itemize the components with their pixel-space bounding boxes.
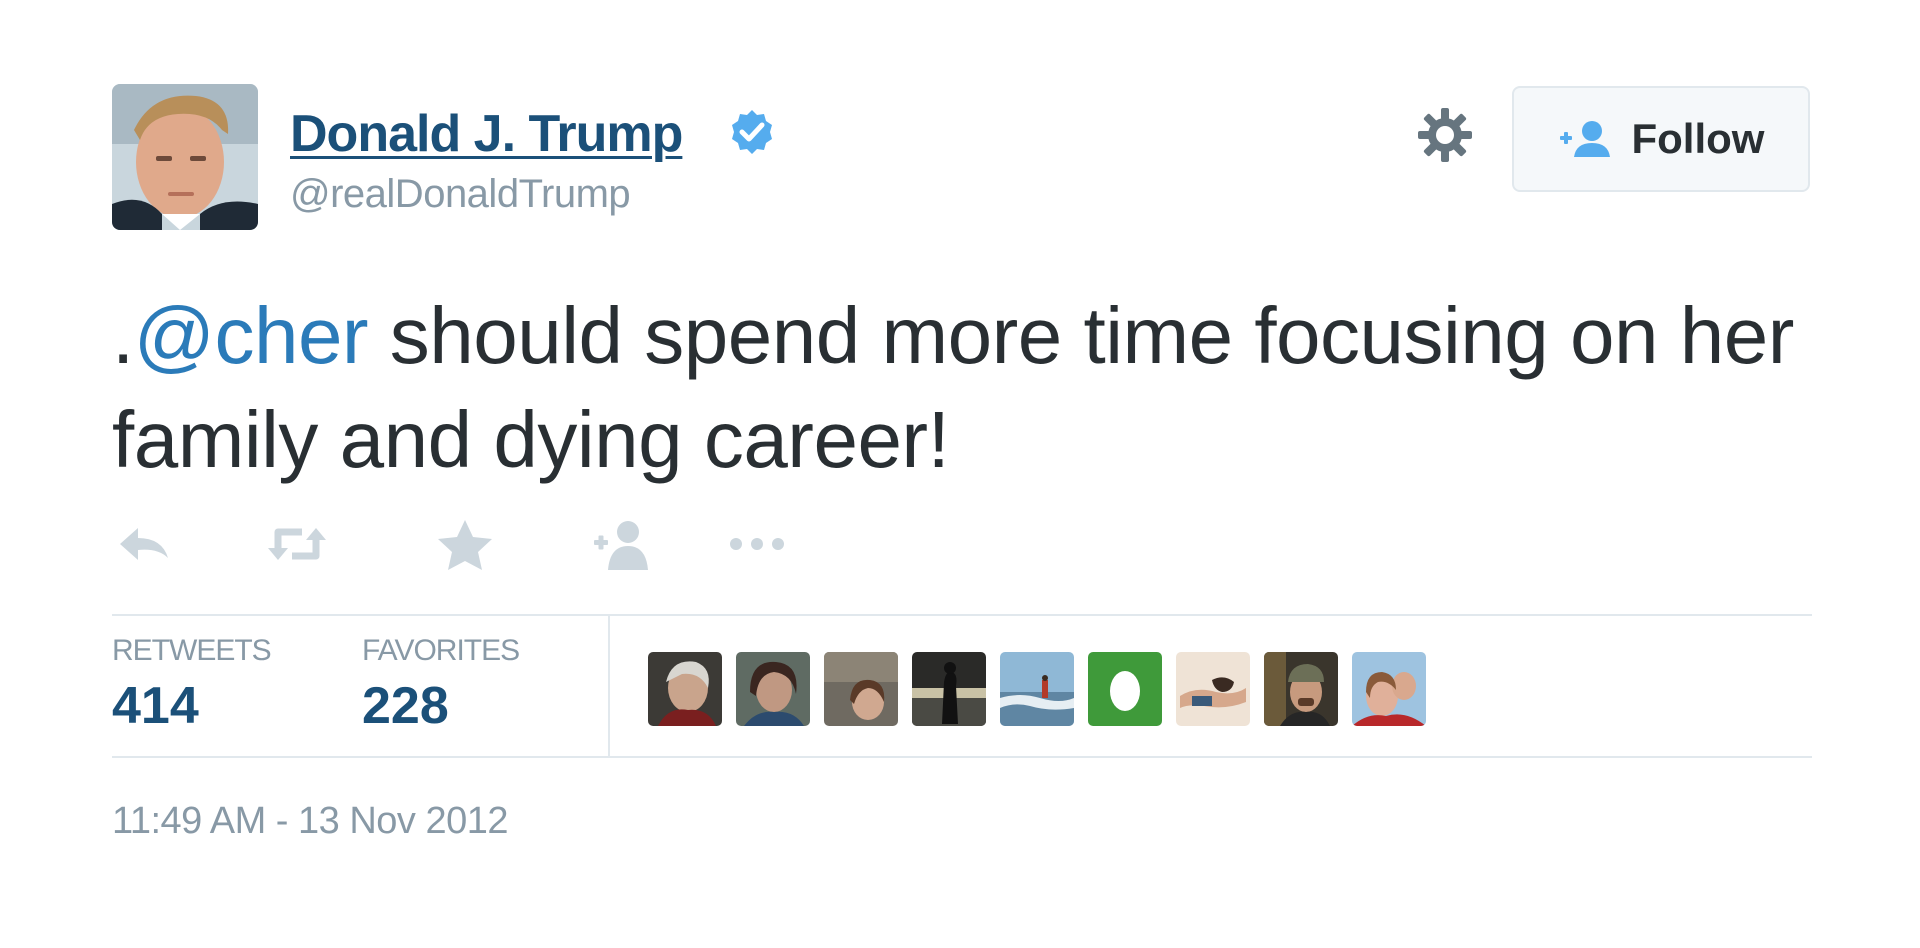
retweets-stat[interactable]: RETWEETS 414 [112, 634, 272, 736]
tweet-timestamp[interactable]: 11:49 AM - 13 Nov 2012 [112, 800, 509, 843]
engager-avatar[interactable] [648, 652, 722, 726]
stats-divider-vertical [608, 614, 610, 758]
stats-divider-bottom [112, 756, 1812, 758]
engager-avatar[interactable] [1176, 652, 1250, 726]
user-handle[interactable]: @realDonaldTrump [290, 172, 631, 217]
engager-avatar[interactable] [824, 652, 898, 726]
engager-avatar[interactable] [1088, 652, 1162, 726]
tweet-prefix: . [112, 291, 134, 380]
follow-label: Follow [1631, 115, 1765, 162]
engager-avatar[interactable] [1264, 652, 1338, 726]
engager-avatar[interactable] [736, 652, 810, 726]
retweets-count: 414 [112, 677, 199, 735]
favorites-count: 228 [362, 677, 449, 735]
tweet-text: .@cher should spend more time focusing o… [112, 284, 1832, 492]
add-user-icon [1558, 119, 1616, 159]
gear-icon[interactable] [1416, 106, 1474, 164]
tweet-card: Donald J. Trump @realDonaldTrump Follow … [112, 84, 1812, 864]
mention-link[interactable]: @cher [134, 291, 369, 380]
retweets-label: RETWEETS [112, 634, 272, 667]
favorites-label: FAVORITES [362, 634, 520, 667]
retweet-icon[interactable] [262, 514, 332, 574]
verified-badge-icon [728, 108, 776, 156]
engager-avatars [648, 652, 1426, 726]
more-dots-icon[interactable] [722, 514, 792, 574]
stats-divider-top [112, 614, 1812, 616]
follow-user-icon[interactable] [588, 514, 658, 574]
profile-avatar[interactable] [112, 84, 258, 230]
engager-avatar[interactable] [1000, 652, 1074, 726]
engager-avatar[interactable] [1352, 652, 1426, 726]
favorite-star-icon[interactable] [430, 514, 500, 574]
reply-icon[interactable] [112, 514, 182, 574]
favorites-stat[interactable]: FAVORITES 228 [362, 634, 520, 736]
follow-button[interactable]: Follow [1512, 86, 1810, 192]
display-name[interactable]: Donald J. Trump [290, 104, 683, 164]
engager-avatar[interactable] [912, 652, 986, 726]
